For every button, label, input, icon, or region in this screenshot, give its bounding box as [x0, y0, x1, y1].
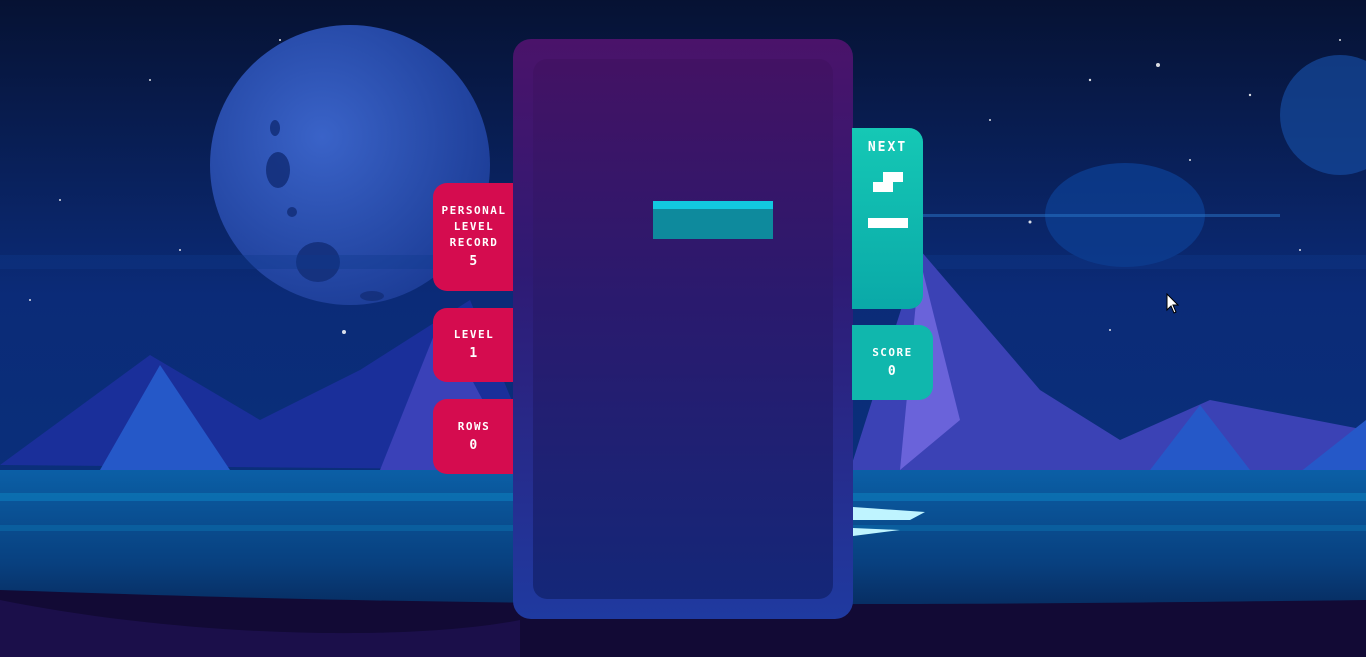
personal-record-panel: PERSONAL LEVEL RECORD 5: [433, 183, 515, 291]
next-label: NEXT: [867, 140, 908, 155]
score-panel: SCORE 0: [852, 325, 933, 400]
rows-label: ROWS: [457, 419, 491, 433]
rows-panel: ROWS 0: [433, 399, 515, 474]
level-panel: LEVEL 1: [433, 308, 515, 382]
falling-piece: [653, 201, 773, 239]
personal-record-label-3: RECORD: [449, 236, 499, 249]
personal-record-label-1: PERSONAL: [441, 204, 507, 217]
rows-value: 0: [469, 437, 479, 453]
mouse-pointer-icon: [1166, 293, 1180, 314]
next-piece-panel: NEXT: [852, 128, 923, 309]
game-board-frame: [513, 39, 853, 619]
next-piece-i-icon: [867, 218, 908, 228]
score-label: SCORE: [872, 345, 913, 359]
score-value: 0: [887, 363, 898, 379]
piece-highlight: [653, 201, 773, 209]
level-label: LEVEL: [453, 328, 495, 341]
personal-record-value: 5: [469, 254, 479, 269]
level-value: 1: [469, 346, 479, 361]
personal-record-label-2: LEVEL: [453, 220, 495, 233]
game-board[interactable]: [533, 59, 833, 599]
next-piece-s-icon: [872, 172, 903, 192]
